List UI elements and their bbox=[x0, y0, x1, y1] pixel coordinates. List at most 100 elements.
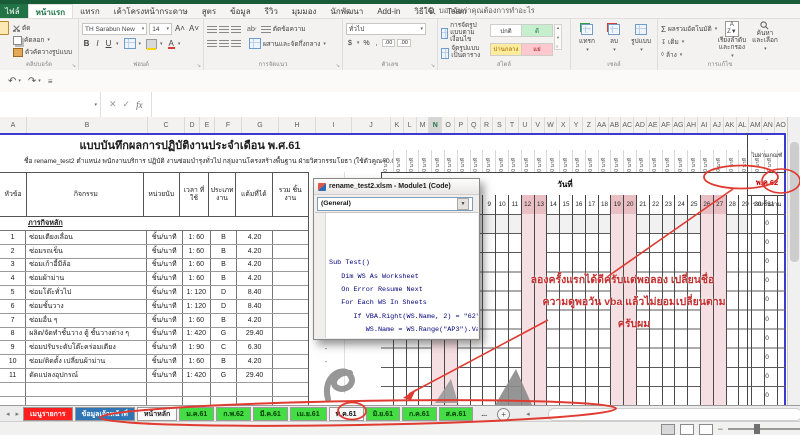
minutes-cell[interactable]: 0 นาที bbox=[688, 150, 701, 172]
align-center-icon[interactable] bbox=[219, 40, 229, 47]
points-cell[interactable]: 29.40 bbox=[237, 328, 273, 341]
day-cell[interactable]: 28 bbox=[727, 195, 740, 214]
activity-cell[interactable]: ซ่อมเก้าอี้มีล้อ bbox=[26, 259, 147, 272]
percent-button[interactable]: % bbox=[361, 40, 371, 47]
type-cell[interactable]: D bbox=[211, 286, 237, 299]
time-cell[interactable]: 1: 60 bbox=[183, 272, 211, 285]
activity-cell[interactable]: ผลิต/จัดทำชั้นวาง ตู้ ชั้นวางต่าง ๆ bbox=[26, 328, 147, 341]
minutes-cell[interactable]: 0 นาที bbox=[483, 150, 496, 172]
day-cell[interactable]: 26 bbox=[701, 195, 714, 214]
merge-center-button[interactable]: ผสานและจัดกึ่งกลาง▾ bbox=[249, 38, 326, 49]
type-cell[interactable]: B bbox=[211, 245, 237, 258]
ribbon-tab[interactable]: สูตร bbox=[195, 4, 223, 18]
column-header[interactable]: AE bbox=[647, 117, 660, 133]
sheet-tab[interactable]: เม.ย.61 bbox=[290, 407, 327, 421]
column-header[interactable]: Y bbox=[570, 117, 583, 133]
column-header[interactable]: O bbox=[442, 117, 455, 133]
points-cell[interactable]: 4.20 bbox=[237, 314, 273, 327]
column-header[interactable]: B bbox=[27, 117, 148, 133]
bold-button[interactable]: B bbox=[82, 39, 91, 48]
tell-me-search[interactable]: บอกฉันว่าคุณต้องการทำอะไร bbox=[428, 5, 535, 17]
day-column[interactable] bbox=[547, 214, 560, 405]
column-header[interactable]: R bbox=[481, 117, 494, 133]
redo-button[interactable]: ↷▾ bbox=[28, 76, 41, 87]
ribbon-tab[interactable]: เค้าโครงหน้ากระดาษ bbox=[107, 4, 195, 18]
font-color-button[interactable]: A bbox=[168, 40, 175, 48]
minutes-cell[interactable]: 0 นาที bbox=[522, 150, 535, 172]
total-value-cell[interactable]: 0 bbox=[748, 252, 786, 271]
dialog-launcher-icon[interactable]: ↘ bbox=[431, 63, 435, 69]
fill-button[interactable]: ↧เติม▾ bbox=[661, 37, 713, 47]
zoom-out-button[interactable]: − bbox=[718, 424, 723, 434]
unit-cell[interactable]: ชิ้น/นาที bbox=[147, 314, 183, 327]
unit-cell[interactable]: ชิ้น/นาที bbox=[147, 259, 183, 272]
day-cell[interactable]: 23 bbox=[663, 195, 676, 214]
type-cell[interactable]: G bbox=[211, 328, 237, 341]
page-break-view-button[interactable] bbox=[699, 424, 713, 435]
minutes-cell[interactable]: 0 นาที bbox=[663, 150, 676, 172]
day-cell[interactable]: 21 bbox=[637, 195, 650, 214]
day-column[interactable] bbox=[599, 214, 612, 405]
header-time[interactable]: เวลา ที่ใช้ bbox=[180, 173, 209, 216]
section-row[interactable]: ภารกิจหลัก bbox=[0, 217, 308, 231]
unit-cell[interactable]: ชิ้น/นาที bbox=[147, 328, 183, 341]
accounting-format-button[interactable]: $ bbox=[346, 40, 354, 47]
orientation-button[interactable]: ab̷ bbox=[247, 26, 255, 33]
column-header[interactable]: AD bbox=[634, 117, 647, 133]
day-cell[interactable]: 9 bbox=[483, 195, 496, 214]
ap-dash-cell[interactable]: - bbox=[748, 137, 786, 143]
find-select-button[interactable]: ค้นหาและเลือก ▾ bbox=[751, 21, 779, 60]
column-header[interactable]: H bbox=[279, 117, 316, 133]
day-cell[interactable]: 22 bbox=[650, 195, 663, 214]
dash-cell[interactable]: - bbox=[308, 356, 344, 369]
header-activity[interactable]: กิจกรรม bbox=[27, 173, 143, 216]
sheet-tab[interactable]: หน้าหลัก bbox=[137, 407, 177, 421]
font-size-select[interactable]: 14▾ bbox=[149, 23, 172, 35]
sheet-tab[interactable]: ม.ค.61 bbox=[179, 407, 214, 421]
total-cell[interactable] bbox=[273, 259, 308, 272]
activity-cell[interactable]: ซ่อมอื่น ๆ bbox=[26, 314, 147, 327]
ribbon-tab[interactable]: ไฟล์ bbox=[0, 4, 28, 18]
total-cell[interactable] bbox=[273, 245, 308, 258]
minutes-cell[interactable]: 0 นาที bbox=[547, 150, 560, 172]
activity-cell[interactable]: ซ่อมชั้นวาง bbox=[26, 300, 147, 313]
total-value-cell[interactable]: 0 bbox=[748, 233, 786, 252]
fill-color-button[interactable] bbox=[146, 39, 157, 49]
name-box[interactable]: ▾ bbox=[0, 92, 101, 117]
cancel-icon[interactable]: ✕ bbox=[109, 99, 117, 110]
minutes-cell[interactable]: 0 นาที bbox=[701, 150, 714, 172]
day-cell[interactable]: 17 bbox=[586, 195, 599, 214]
row-number-cell[interactable]: 10 bbox=[0, 355, 26, 368]
align-right-icon[interactable] bbox=[231, 40, 241, 47]
total-value-cell[interactable]: 0 bbox=[748, 386, 786, 405]
ribbon-tab[interactable]: ข้อมูล bbox=[223, 4, 257, 18]
day-column[interactable] bbox=[573, 214, 586, 405]
gallery-scroll[interactable]: ▲ ▼ ≡ bbox=[554, 24, 562, 50]
cells-button[interactable]: รูปแบบ ▾ bbox=[629, 21, 653, 60]
row-number-cell[interactable]: 7 bbox=[0, 314, 26, 327]
unit-cell[interactable]: ชิ้น/นาที bbox=[147, 272, 183, 285]
dash-cell[interactable]: - bbox=[308, 343, 344, 356]
shrink-font-button[interactable]: A˅ bbox=[188, 25, 200, 33]
row-number-cell[interactable]: 5 bbox=[0, 286, 26, 299]
minutes-cell[interactable]: 0 นาที bbox=[637, 150, 650, 172]
row-number-cell[interactable]: 11 bbox=[0, 369, 26, 382]
column-header[interactable]: P bbox=[455, 117, 468, 133]
column-header[interactable]: AM bbox=[749, 117, 762, 133]
zoom-slider-handle[interactable] bbox=[754, 424, 760, 434]
time-cell[interactable]: 1: 120 bbox=[183, 300, 211, 313]
sort-filter-button[interactable]: AZ▼ เรียงลำดับและกรอง ▾ bbox=[716, 21, 748, 60]
type-cell[interactable]: C bbox=[211, 341, 237, 354]
day-cell[interactable]: 25 bbox=[688, 195, 701, 214]
minutes-cell[interactable]: 0 นาที bbox=[727, 150, 740, 172]
type-cell[interactable]: B bbox=[211, 314, 237, 327]
total-value-cell[interactable]: 0 bbox=[748, 271, 786, 290]
cells-button[interactable]: ลบ ▾ bbox=[602, 21, 626, 60]
header-topic[interactable]: หัวข้อ bbox=[0, 173, 27, 216]
cell-style-option[interactable]: ปกติ bbox=[490, 24, 522, 37]
copy-button[interactable]: คัดลอก▾ bbox=[13, 35, 72, 45]
day-column[interactable] bbox=[624, 214, 637, 405]
total-cell[interactable] bbox=[273, 369, 308, 382]
day-column[interactable] bbox=[496, 214, 509, 405]
minutes-cell[interactable]: 0 นาที bbox=[611, 150, 624, 172]
